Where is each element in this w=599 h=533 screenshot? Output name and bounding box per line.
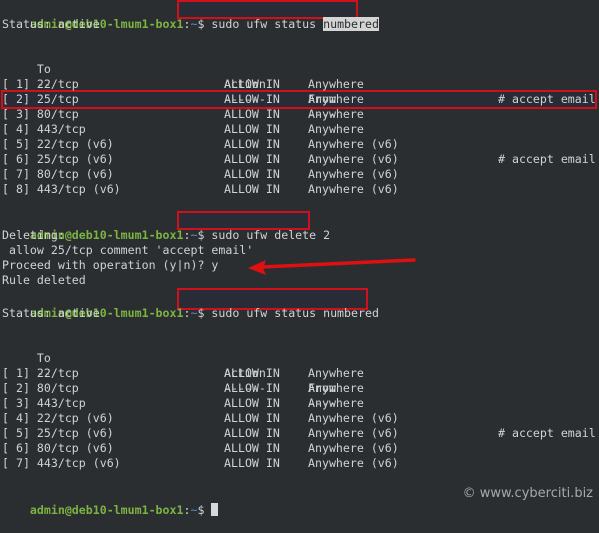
terminal-window[interactable]: admin@deb10-lmum1-box1:~$ sudo ufw statu…	[0, 0, 599, 517]
arrow-annotation-icon	[248, 258, 416, 275]
arrow-shaft	[260, 258, 416, 269]
